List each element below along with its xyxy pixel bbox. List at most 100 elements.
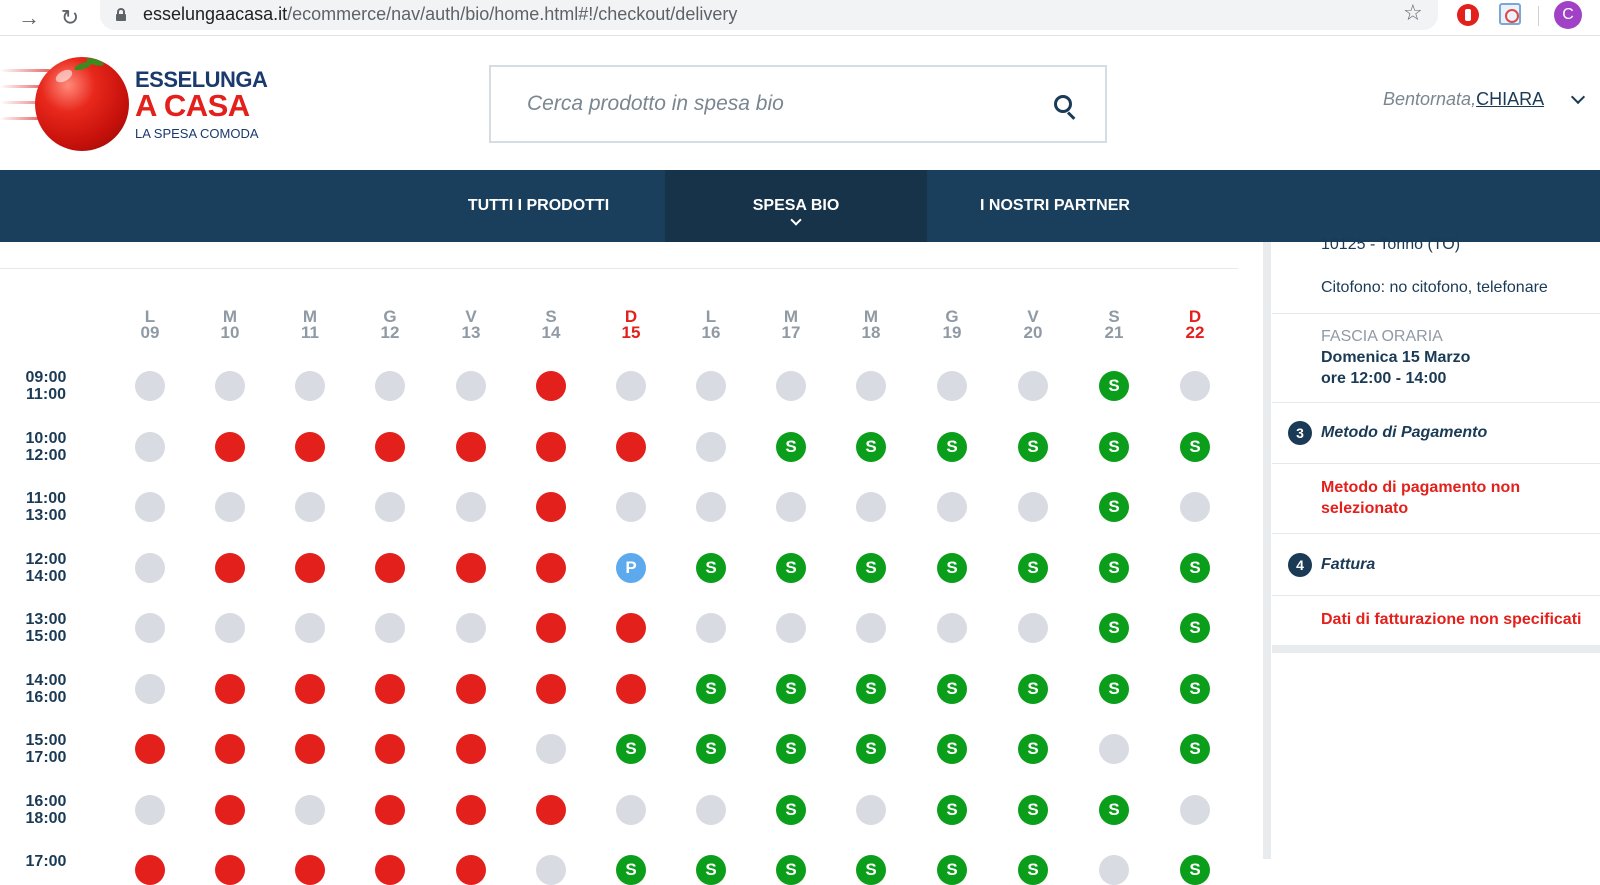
slot-available[interactable]: S (1180, 613, 1210, 643)
slot-unavailable (456, 371, 486, 401)
user-name-link[interactable]: CHIARA (1476, 89, 1544, 109)
search-input[interactable]: Cerca prodotto in spesa bio (527, 92, 784, 116)
time-slot-label: 11:00 13:00 (20, 490, 72, 524)
slot-available[interactable]: S (616, 734, 646, 764)
slot-available[interactable]: S (856, 734, 886, 764)
slot-available[interactable]: S (776, 855, 806, 885)
slot-full (456, 855, 486, 885)
slot-available[interactable]: S (776, 734, 806, 764)
nav-i-nostri-partner[interactable]: I NOSTRI PARTNER (940, 170, 1170, 242)
slot-available[interactable]: S (1018, 673, 1048, 704)
slot-unavailable (1180, 371, 1210, 401)
search-icon[interactable] (1054, 95, 1076, 120)
slot-available[interactable]: S (1180, 734, 1210, 764)
slot-full (375, 734, 405, 764)
slot-available[interactable]: S (937, 855, 967, 885)
slot-available[interactable]: S (856, 855, 886, 885)
reload-icon[interactable]: ↻ (55, 3, 85, 33)
slot-selected[interactable]: P (616, 552, 646, 583)
slot-full (536, 552, 566, 583)
slot-available[interactable]: S (1018, 431, 1048, 462)
slot-available[interactable]: S (616, 855, 646, 885)
slot-available[interactable]: S (776, 794, 806, 825)
adblock-extension-icon[interactable] (1457, 4, 1479, 26)
slot-available[interactable]: S (696, 734, 726, 764)
payment-status-line1: Metodo di pagamento non (1321, 479, 1521, 496)
slot-available[interactable]: S (1099, 552, 1129, 583)
slot-available[interactable]: S (1180, 552, 1210, 583)
slot-available[interactable]: S (1099, 431, 1129, 462)
slot-unavailable (776, 492, 806, 522)
slot-available[interactable]: S (1018, 734, 1048, 764)
bookmark-star-icon[interactable]: ☆ (1403, 0, 1423, 26)
time-start: 14:00 (25, 671, 67, 689)
slot-unavailable (616, 794, 646, 825)
time-start: 15:00 (25, 732, 67, 749)
time-end: 16:00 (25, 688, 67, 706)
nav-spesa-bio[interactable]: SPESA BIO (665, 170, 927, 242)
esselunga-logo[interactable]: ESSELUNGA A CASA LA SPESA COMODA (0, 55, 280, 155)
slot-available[interactable]: S (856, 552, 886, 583)
nav-tutti-i-prodotti[interactable]: TUTTI I PRODOTTI (426, 170, 651, 242)
slot-unavailable (536, 734, 566, 764)
day-number: 13 (461, 323, 481, 342)
slot-available[interactable]: S (1099, 371, 1129, 401)
time-start: 10:00 (25, 429, 67, 447)
slot-available[interactable]: S (776, 673, 806, 704)
time-slot-label: 10:00 12:00 (20, 430, 72, 464)
slot-full (616, 673, 646, 704)
time-start: 17:00 (25, 853, 67, 870)
time-slot-label: 13:00 15:00 (20, 611, 72, 645)
slot-available[interactable]: S (1018, 855, 1048, 885)
chevron-down-icon[interactable] (1570, 89, 1586, 105)
extension-icon[interactable] (1499, 3, 1521, 25)
slot-available[interactable]: S (937, 552, 967, 583)
slot-available[interactable]: S (1099, 673, 1129, 704)
slot-available[interactable]: S (776, 552, 806, 583)
slot-available[interactable]: S (1099, 613, 1129, 643)
slot-unavailable (215, 371, 245, 401)
day-header: D 22 (1170, 308, 1220, 341)
profile-avatar[interactable]: C (1554, 1, 1582, 29)
slot-available[interactable]: S (1180, 431, 1210, 462)
slot-unavailable (1099, 734, 1129, 764)
day-number: 18 (861, 323, 881, 342)
time-end: 15:00 (25, 628, 67, 645)
slot-unavailable (135, 794, 165, 825)
back-arrow-icon[interactable]: → (14, 3, 44, 33)
day-number: 11 (301, 323, 319, 342)
slot-full (295, 673, 325, 704)
url-text: esselungaacasa.it/ecommerce/nav/auth/bio… (143, 4, 738, 24)
address-bar[interactable]: esselungaacasa.it/ecommerce/nav/auth/bio… (100, 0, 1438, 30)
slot-available[interactable]: S (776, 431, 806, 462)
logo-speed-line (0, 117, 40, 120)
slot-available[interactable]: S (696, 673, 726, 704)
slot-available[interactable]: S (1180, 673, 1210, 704)
slot-unavailable (295, 371, 325, 401)
time-end: 12:00 (25, 446, 67, 464)
slot-available[interactable]: S (696, 855, 726, 885)
search-box[interactable]: Cerca prodotto in spesa bio (489, 65, 1107, 143)
slot-unavailable (696, 492, 726, 522)
slot-available[interactable]: S (856, 673, 886, 704)
step-4-title[interactable]: Fattura (1321, 556, 1375, 574)
slot-available[interactable]: S (937, 431, 967, 462)
invoice-status: Dati di fatturazione non specificati (1321, 611, 1582, 628)
slot-available[interactable]: S (1099, 794, 1129, 825)
slot-available[interactable]: S (856, 431, 886, 462)
slot-available[interactable]: S (1018, 552, 1048, 583)
slot-full (215, 794, 245, 825)
slot-available[interactable]: S (1018, 794, 1048, 825)
slot-available[interactable]: S (937, 734, 967, 764)
step-3-title[interactable]: Metodo di Pagamento (1321, 424, 1487, 442)
slot-unavailable (135, 673, 165, 704)
slot-available[interactable]: S (1180, 855, 1210, 885)
slot-available[interactable]: S (937, 673, 967, 704)
slot-full (456, 734, 486, 764)
slot-available[interactable]: S (696, 552, 726, 583)
slot-full (295, 431, 325, 462)
slot-available[interactable]: S (937, 794, 967, 825)
divider (0, 268, 1238, 269)
slot-available[interactable]: S (1099, 492, 1129, 522)
slot-unavailable (856, 492, 886, 522)
